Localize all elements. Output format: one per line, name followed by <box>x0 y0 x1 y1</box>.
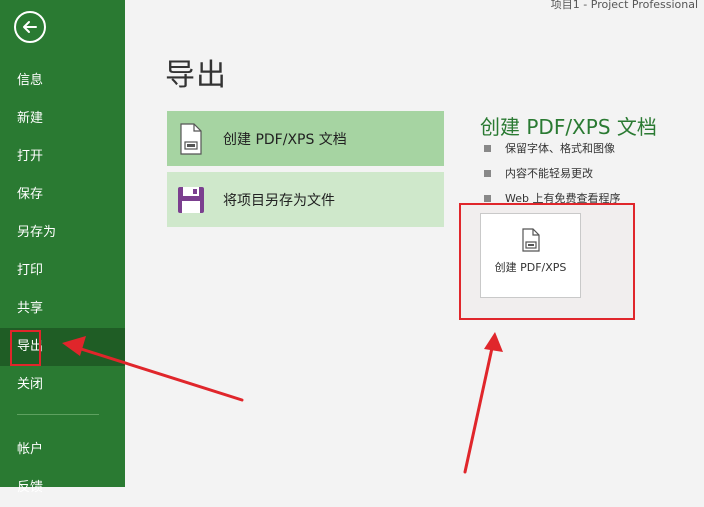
menu-item-feedback[interactable]: 反馈 <box>0 469 125 507</box>
option-label: 创建 PDF/XPS 文档 <box>223 131 347 148</box>
save-disk-icon <box>177 184 205 216</box>
menu-item-close[interactable]: 关闭 <box>0 366 125 404</box>
bullet-square-icon <box>484 145 491 152</box>
bullet-square-icon <box>484 195 491 202</box>
arrow-to-create-button-icon <box>463 332 503 474</box>
menu-item-info[interactable]: 信息 <box>0 62 125 100</box>
option-save-project-as-file[interactable]: 将项目另存为文件 <box>167 172 444 227</box>
menu-item-new[interactable]: 新建 <box>0 100 125 138</box>
window-title: 项目1 - Project Professional <box>550 0 698 11</box>
back-button[interactable] <box>14 11 46 43</box>
back-arrow-icon <box>23 21 37 33</box>
menu-item-account[interactable]: 帐户 <box>0 431 125 469</box>
pdf-document-icon <box>521 228 541 252</box>
create-pdf-xps-label: 创建 PDF/XPS <box>494 261 567 274</box>
menu-item-share[interactable]: 共享 <box>0 290 125 328</box>
menu-item-print[interactable]: 打印 <box>0 252 125 290</box>
option-label: 将项目另存为文件 <box>223 192 335 209</box>
bullet-square-icon <box>484 170 491 177</box>
backstage-menu: 信息 新建 打开 保存 另存为 打印 共享 导出 关闭 帐户 反馈 <box>0 62 125 507</box>
bullet-item: 内容不能轻易更改 <box>484 165 620 190</box>
menu-divider <box>17 414 99 415</box>
page-title: 导出 <box>165 58 227 93</box>
option-create-pdf-xps[interactable]: 创建 PDF/XPS 文档 <box>167 111 444 166</box>
menu-item-open[interactable]: 打开 <box>0 138 125 176</box>
create-pdf-xps-button[interactable]: 创建 PDF/XPS <box>480 213 581 298</box>
backstage-sidebar: 信息 新建 打开 保存 另存为 打印 共享 导出 关闭 帐户 反馈 <box>0 0 125 495</box>
pdf-document-icon <box>177 122 205 155</box>
menu-item-save-as[interactable]: 另存为 <box>0 214 125 252</box>
bullet-item: 保留字体、格式和图像 <box>484 140 620 165</box>
detail-title: 创建 PDF/XPS 文档 <box>480 115 657 139</box>
annotation-export-highlight <box>10 330 41 366</box>
menu-item-save[interactable]: 保存 <box>0 176 125 214</box>
